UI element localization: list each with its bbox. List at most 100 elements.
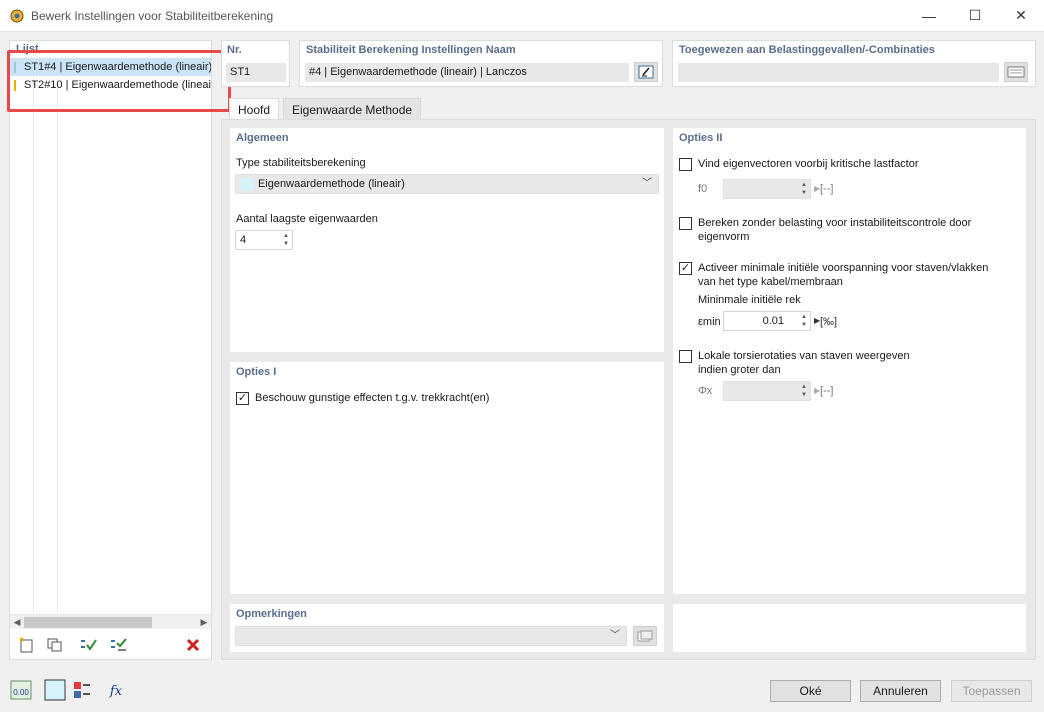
- formula-button[interactable]: fx: [105, 679, 127, 701]
- chevron-down-icon: ﹀: [642, 178, 652, 189]
- spinner-arrows-icon[interactable]: ▲ ▼: [283, 232, 289, 248]
- minimize-icon: —: [922, 7, 936, 24]
- list-rows: ST1 #4 | Eigenwaardemethode (lineair) ST…: [10, 58, 211, 94]
- check-icon: ✓: [680, 262, 691, 274]
- torsion-checkbox[interactable]: [679, 350, 692, 363]
- assigned-field[interactable]: [678, 63, 999, 82]
- check-all-button[interactable]: [78, 635, 100, 655]
- check-all-icon: [81, 639, 97, 651]
- comments-select[interactable]: ﹀: [235, 626, 627, 646]
- phi-spinner[interactable]: ▲ ▼: [723, 381, 811, 401]
- prestress-label-line1: Activeer minimale initiële voorspanning …: [698, 262, 989, 274]
- count-value: 4: [240, 234, 247, 246]
- trekkracht-checkbox[interactable]: ✓: [236, 392, 249, 405]
- type-swatch: [240, 179, 254, 190]
- list-caption: Lijst: [16, 43, 39, 55]
- tab-content: Algemeen Type stabiliteitsberekening Eig…: [221, 119, 1036, 660]
- no-load-label-line1: Bereken zonder belasting voor instabilit…: [698, 217, 972, 229]
- new-item-icon: [19, 637, 33, 653]
- scroll-right-icon[interactable]: ▶: [197, 615, 211, 630]
- f0-unit: [--]: [820, 183, 834, 195]
- maximize-button[interactable]: ☐: [952, 0, 998, 31]
- section-title: Opmerkingen: [236, 608, 307, 620]
- assigned-box: Toegewezen aan Belastinggevallen/-Combin…: [672, 40, 1036, 87]
- chevron-down-icon: ﹀: [610, 630, 620, 641]
- eigenvectors-checkbox[interactable]: [679, 158, 692, 171]
- name-caption: Stabiliteit Berekening Instellingen Naam: [306, 44, 516, 56]
- section-empty: [673, 604, 1026, 652]
- uncheck-button[interactable]: [108, 635, 130, 655]
- maximize-icon: ☐: [968, 7, 982, 23]
- assigned-caption: Toegewezen aan Belastinggevallen/-Combin…: [679, 44, 935, 56]
- prestress-checkbox[interactable]: ✓: [679, 262, 692, 275]
- list-icon: [1007, 66, 1025, 78]
- scroll-left-icon[interactable]: ◀: [10, 615, 24, 630]
- torsion-label-line1: Lokale torsierotaties van staven weergev…: [698, 350, 910, 362]
- list-item-id: ST1: [24, 61, 45, 73]
- cancel-button[interactable]: Annuleren: [860, 680, 941, 702]
- section-title: Algemeen: [236, 132, 289, 144]
- color-swatch: [14, 61, 16, 73]
- nr-field[interactable]: ST1: [226, 63, 286, 82]
- list-column-divider: [33, 58, 34, 613]
- spinner-arrows-icon[interactable]: ▲ ▼: [801, 181, 807, 197]
- emin-unit: [‰]: [820, 316, 838, 328]
- display-button[interactable]: [71, 679, 93, 701]
- nr-box: Nr. ST1: [221, 40, 290, 87]
- color-button[interactable]: [44, 679, 66, 701]
- tab-eigenwaarde-methode[interactable]: Eigenwaarde Methode: [283, 98, 422, 120]
- units-label: 0.00: [13, 688, 29, 697]
- phi-unit: [--]: [820, 385, 834, 397]
- title-bar: Bewerk Instellingen voor Stabiliteitbere…: [0, 0, 1044, 32]
- new-item-button[interactable]: [16, 635, 38, 655]
- list-item[interactable]: ST2 #10 | Eigenwaardemethode (lineair): [10, 76, 211, 94]
- phi-label: Φx: [698, 385, 713, 397]
- emin-spinner[interactable]: 0.01 ▲ ▼: [723, 311, 811, 331]
- spinner-arrows-icon[interactable]: ▲ ▼: [801, 313, 807, 329]
- type-select-value: Eigenwaardemethode (lineair): [258, 178, 405, 190]
- eigenvectors-label: Vind eigenvectoren voorbij kritische las…: [698, 158, 919, 170]
- spinner-arrows-icon[interactable]: ▲ ▼: [801, 383, 807, 399]
- formula-label: fx: [109, 684, 123, 699]
- library-icon: [637, 630, 653, 642]
- no-load-checkbox[interactable]: [679, 217, 692, 230]
- prestress-label-line2: van het type kabel/membraan: [698, 276, 843, 288]
- list-item-label: #4 | Eigenwaardemethode (lineair): [44, 61, 211, 73]
- name-field[interactable]: #4 | Eigenwaardemethode (lineair) | Lanc…: [305, 63, 629, 82]
- check-icon: ✓: [237, 392, 248, 404]
- tab-hoofd[interactable]: Hoofd: [229, 98, 280, 120]
- close-button[interactable]: ✕: [998, 0, 1044, 31]
- apply-button[interactable]: Toepassen: [951, 680, 1032, 702]
- no-load-label-line2: eigenvorm: [698, 231, 750, 243]
- list-item-id: ST2: [24, 79, 45, 91]
- emin-label: εmin: [698, 316, 721, 328]
- delete-icon: [186, 638, 200, 652]
- window-title: Bewerk Instellingen voor Stabiliteitbere…: [31, 9, 274, 23]
- type-label: Type stabiliteitsberekening: [236, 157, 366, 169]
- edit-name-button[interactable]: [634, 62, 658, 82]
- assign-loadcases-button[interactable]: [1004, 62, 1028, 82]
- decimal-units-icon: 0.00: [10, 680, 32, 700]
- list-column-divider: [57, 58, 58, 613]
- f0-label: f0: [698, 183, 708, 195]
- count-spinner[interactable]: 4 ▲ ▼: [235, 230, 293, 250]
- list-item[interactable]: ST1 #4 | Eigenwaardemethode (lineair): [10, 58, 211, 76]
- minimize-button[interactable]: —: [906, 0, 952, 31]
- comments-library-button[interactable]: [633, 626, 657, 646]
- color-swatch: [14, 79, 16, 91]
- torsion-label-line2: indien groter dan: [698, 364, 781, 376]
- ok-button[interactable]: Oké: [770, 680, 851, 702]
- f0-spinner[interactable]: ▲ ▼: [723, 179, 811, 199]
- name-box: Stabiliteit Berekening Instellingen Naam…: [299, 40, 663, 87]
- list-panel: Lijst ST1 #4 | Eigenwaardemethode (linea…: [9, 40, 212, 660]
- close-icon: ✕: [1015, 7, 1027, 23]
- horizontal-scrollbar[interactable]: ◀ ▶: [10, 614, 211, 629]
- delete-button[interactable]: [182, 635, 204, 655]
- units-button[interactable]: 0.00: [10, 679, 32, 701]
- formula-icon: fx: [109, 684, 123, 699]
- app-icon: [9, 8, 25, 24]
- type-select[interactable]: Eigenwaardemethode (lineair) ﹀: [235, 174, 659, 194]
- trekkracht-label: Beschouw gunstige effecten t.g.v. trekkr…: [255, 392, 490, 404]
- copy-item-button[interactable]: [44, 635, 66, 655]
- scroll-thumb[interactable]: [24, 617, 152, 628]
